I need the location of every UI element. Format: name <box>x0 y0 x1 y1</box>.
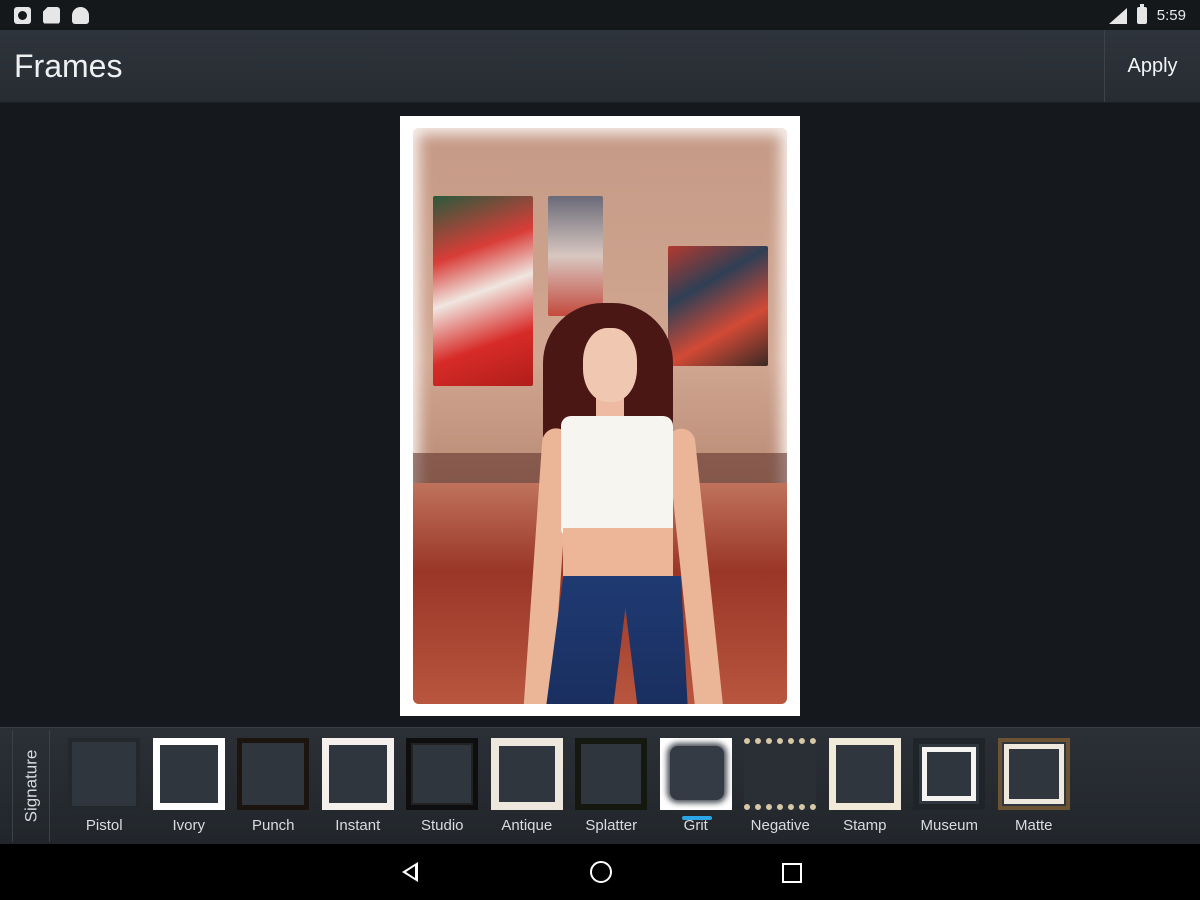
framed-photo[interactable] <box>400 116 800 716</box>
frame-option-ivory[interactable]: Ivory <box>147 738 232 834</box>
frame-thumbnail <box>575 738 648 810</box>
sd-card-icon <box>43 6 60 24</box>
frame-thumbnail <box>828 738 901 810</box>
selected-indicator <box>681 816 712 820</box>
frame-option-studio[interactable]: Studio <box>400 738 485 834</box>
frame-option-stamp[interactable]: Stamp <box>823 738 908 834</box>
frame-label: Museum <box>920 817 979 834</box>
frame-label: Instant <box>335 817 381 834</box>
frame-thumbnail <box>997 738 1070 810</box>
frame-option-splatter[interactable]: Splatter <box>569 738 654 834</box>
battery-icon <box>1136 3 1147 24</box>
signal-icon <box>1107 6 1127 24</box>
frame-label: Negative <box>750 817 810 834</box>
photo-image <box>413 128 787 704</box>
frame-list: Pistol Ivory Punch Instant Studio Antiqu… <box>62 738 1076 834</box>
frame-label: Studio <box>420 817 464 834</box>
frame-label: Ivory <box>172 817 205 834</box>
frame-label: Pistol <box>85 817 123 834</box>
frame-label: Antique <box>501 817 553 834</box>
frame-option-pistol[interactable]: Pistol <box>62 738 147 834</box>
status-time: 5:59 <box>1156 6 1186 24</box>
frame-thumbnail <box>321 738 394 810</box>
category-label: Signature <box>21 749 40 823</box>
frame-option-punch[interactable]: Punch <box>231 738 316 834</box>
status-bar: 5:59 <box>0 0 1200 30</box>
photo-canvas <box>0 103 1200 727</box>
frame-option-matte[interactable]: Matte <box>992 738 1077 834</box>
home-icon[interactable] <box>587 858 615 886</box>
frame-option-instant[interactable]: Instant <box>316 738 401 834</box>
frame-label: Matte <box>1014 817 1053 834</box>
frame-option-grit[interactable]: Grit <box>654 738 739 834</box>
frame-label: Punch <box>251 817 295 834</box>
frame-option-museum[interactable]: Museum <box>907 738 992 834</box>
status-system: 5:59 <box>1107 3 1186 24</box>
frame-option-negative[interactable]: Negative <box>738 738 823 834</box>
frame-label: Splatter <box>585 817 638 834</box>
status-notifications <box>14 6 89 24</box>
frame-label: Stamp <box>843 817 887 834</box>
back-icon[interactable] <box>398 858 426 886</box>
frame-thumbnail <box>152 738 225 810</box>
navigation-bar <box>0 844 1200 900</box>
category-tab-signature[interactable]: Signature <box>12 730 50 842</box>
frame-thumbnail <box>68 738 141 810</box>
frame-picker: Signature Pistol Ivory Punch Instant Stu… <box>0 727 1200 845</box>
page-title: Frames <box>14 48 123 84</box>
app-bar: Frames Apply <box>0 30 1200 103</box>
frame-thumbnail <box>659 738 732 820</box>
gallery-icon <box>14 6 31 24</box>
android-icon <box>72 6 89 24</box>
apply-button[interactable]: Apply <box>1104 30 1200 102</box>
recent-apps-icon[interactable] <box>777 858 805 886</box>
frame-thumbnail <box>744 738 817 810</box>
frame-thumbnail <box>237 738 310 810</box>
frame-thumbnail <box>913 738 986 810</box>
frame-thumbnail <box>406 738 479 810</box>
frame-thumbnail <box>490 738 563 810</box>
frame-option-antique[interactable]: Antique <box>485 738 570 834</box>
